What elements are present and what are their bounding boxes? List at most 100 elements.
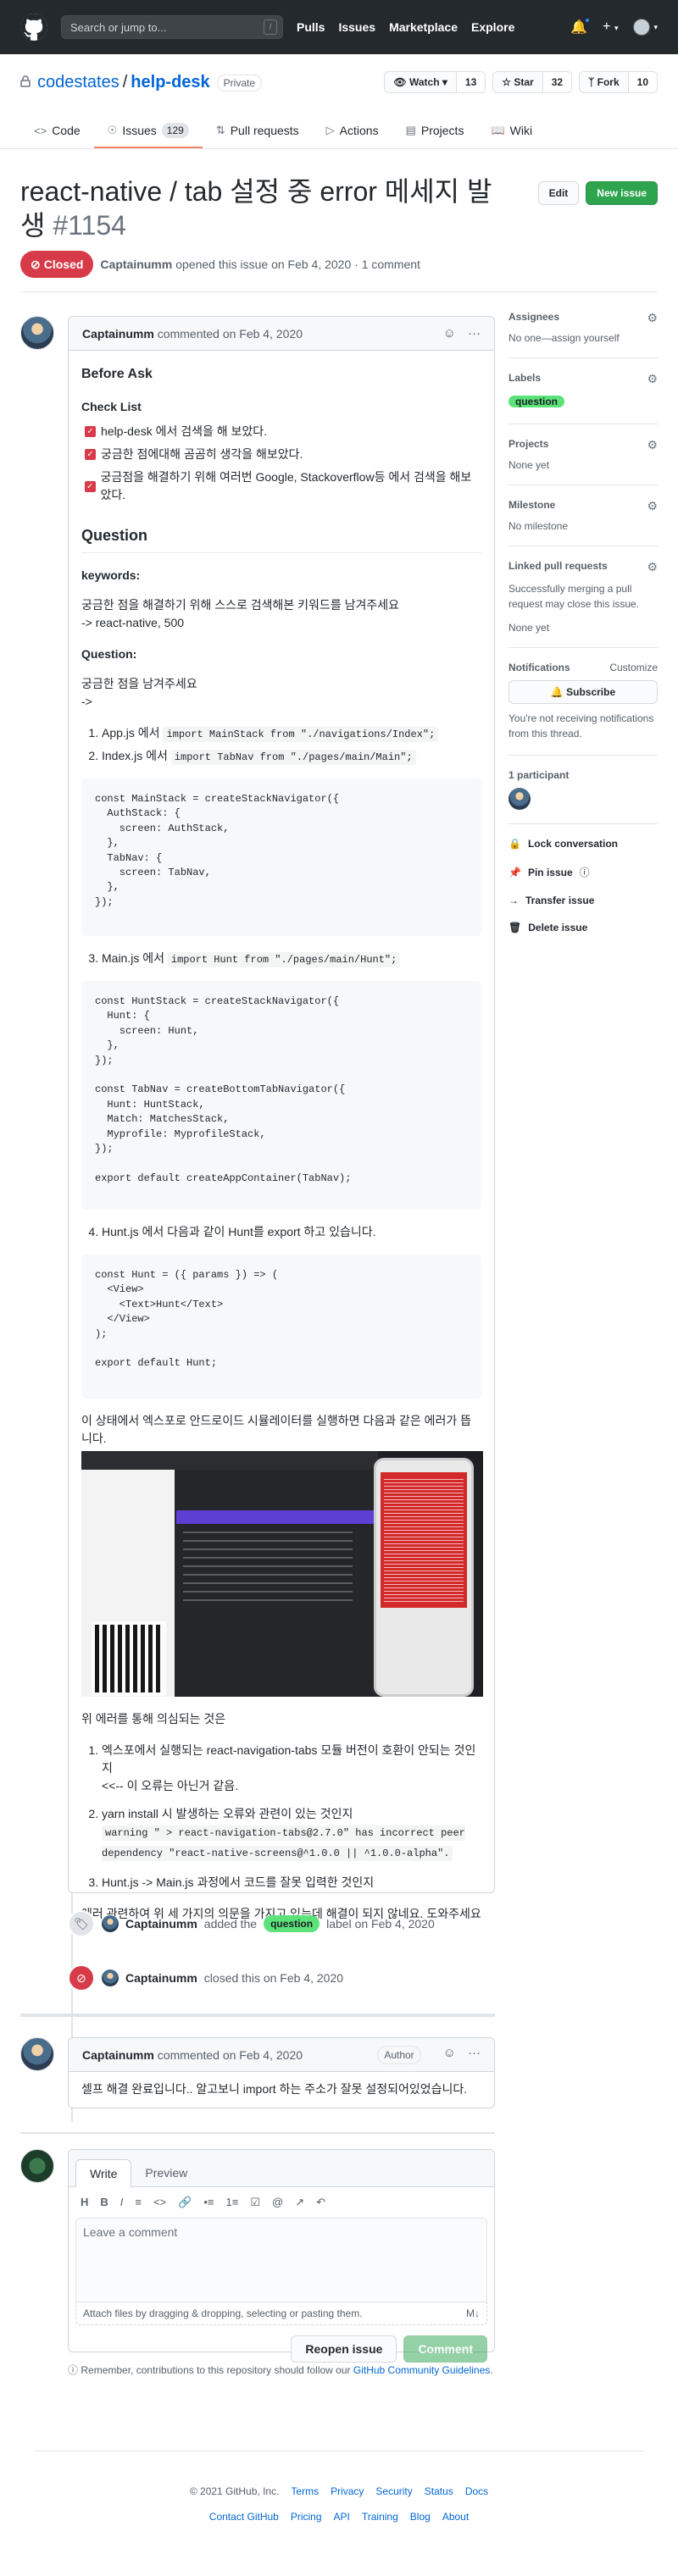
tab-actions[interactable]: ▷ Actions — [313, 116, 392, 148]
comment-author[interactable]: Captainumm — [82, 2048, 154, 2062]
footer-link-terms[interactable]: Terms — [291, 2485, 319, 2497]
gear-icon[interactable]: ⚙ — [647, 438, 658, 452]
quote-icon[interactable]: ≡ — [135, 2196, 142, 2209]
sidebar-header[interactable]: Linked pull requests ⚙ — [508, 560, 658, 574]
create-new-plus-icon[interactable]: + ▾ — [603, 19, 618, 35]
error-screenshot-image[interactable] — [81, 1451, 483, 1697]
avatar[interactable] — [102, 1915, 119, 1932]
footer-link-contact[interactable]: Contact GitHub — [209, 2511, 279, 2523]
tab-pull-requests[interactable]: ⇅ Pull requests — [203, 116, 313, 148]
link-icon[interactable]: 🔗 — [178, 2196, 192, 2209]
suspect-text: 엑스포에서 실행되는 react-navigation-tabs 모듈 버전이 … — [102, 1743, 476, 1775]
tab-issues[interactable]: ☉ Issues 129 — [93, 116, 203, 148]
guidelines-link[interactable]: GitHub Community Guidelines — [353, 2364, 490, 2376]
reopen-issue-button[interactable]: Reopen issue — [291, 2335, 397, 2363]
footer-link-security[interactable]: Security — [375, 2485, 412, 2497]
italic-icon[interactable]: I — [120, 2196, 124, 2209]
nav-issues[interactable]: Issues — [338, 20, 375, 34]
comment-date[interactable]: commented on Feb 4, 2020 — [158, 2048, 303, 2062]
heading-icon[interactable]: H — [81, 2196, 88, 2209]
event-author[interactable]: Captainumm — [125, 1971, 197, 1985]
lock-conversation-link[interactable]: 🔒 Lock conversation — [508, 838, 658, 850]
repo-owner-link[interactable]: codestates — [37, 73, 119, 92]
search-input[interactable]: Search or jump to... / — [61, 15, 283, 39]
labeled-event: 🏷 Captainumm added the question label on… — [68, 1910, 435, 1937]
github-logo-icon[interactable] — [20, 14, 47, 41]
footer-link-about[interactable]: About — [442, 2511, 469, 2523]
code-icon[interactable]: <> — [153, 2196, 166, 2209]
sidebar-header[interactable]: Assignees ⚙ — [508, 311, 658, 325]
pin-issue-link[interactable]: 📌 Pin issue ⓘ — [508, 865, 658, 879]
repo-name-link[interactable]: help-desk — [131, 73, 209, 92]
tab-preview[interactable]: Preview — [131, 2159, 201, 2186]
star-count[interactable]: 32 — [542, 72, 572, 92]
user-menu[interactable]: ▾ — [633, 19, 658, 36]
reference-icon[interactable]: ↗ — [295, 2196, 304, 2209]
unordered-list-icon[interactable]: •≡ — [203, 2196, 214, 2209]
comment-date[interactable]: commented on Feb 4, 2020 — [158, 327, 303, 341]
label-question[interactable]: question — [264, 1915, 320, 1932]
notifications-bell-icon[interactable]: 🔔 — [570, 17, 592, 36]
footer-link-status[interactable]: Status — [425, 2485, 453, 2497]
tab-write[interactable]: Write — [75, 2159, 132, 2187]
footer-link-privacy[interactable]: Privacy — [331, 2485, 364, 2497]
nav-pulls[interactable]: Pulls — [297, 20, 325, 34]
attach-bar[interactable]: Attach files by dragging & dropping, sel… — [75, 2302, 487, 2325]
sidebar-header[interactable]: Milestone ⚙ — [508, 499, 658, 513]
nav-explore[interactable]: Explore — [471, 20, 514, 34]
kebab-menu-icon[interactable]: ··· — [468, 2046, 481, 2064]
sidebar-header[interactable]: Labels ⚙ — [508, 372, 658, 386]
tab-projects[interactable]: ▤ Projects — [392, 116, 478, 148]
avatar[interactable] — [20, 316, 54, 350]
label-question[interactable]: question — [508, 396, 564, 407]
ordered-list-icon[interactable]: 1≡ — [226, 2196, 239, 2209]
kebab-menu-icon[interactable]: ··· — [468, 326, 481, 341]
sidebar-header[interactable]: Projects ⚙ — [508, 438, 658, 452]
gear-icon[interactable]: ⚙ — [647, 560, 658, 574]
fork-button[interactable]: ᛉ Fork — [580, 72, 628, 92]
delete-issue-link[interactable]: 🗑 Delete issue — [508, 922, 658, 933]
customize-link[interactable]: Customize — [609, 662, 658, 673]
assignees-value[interactable]: No one—assign yourself — [508, 332, 658, 344]
comment-button[interactable]: Comment — [403, 2335, 487, 2363]
gear-icon[interactable]: ⚙ — [647, 372, 658, 386]
sidebar-labels: Labels ⚙ question — [508, 358, 658, 424]
mention-icon[interactable]: @ — [272, 2196, 283, 2209]
footer-link-blog[interactable]: Blog — [410, 2511, 431, 2523]
comment-textarea[interactable]: Leave a comment — [75, 2218, 487, 2302]
reply-icon[interactable]: ↶ — [316, 2196, 325, 2209]
smiley-icon[interactable]: ☺ — [443, 2046, 456, 2064]
checkbox-checked-icon[interactable]: ✓ — [85, 426, 96, 437]
user-avatar[interactable] — [20, 2149, 54, 2183]
star-button[interactable]: ☆ Star — [493, 72, 542, 92]
footer-link-api[interactable]: API — [334, 2511, 350, 2523]
smiley-icon[interactable]: ☺ — [443, 326, 456, 341]
gear-icon[interactable]: ⚙ — [647, 499, 658, 513]
edit-button[interactable]: Edit — [537, 181, 580, 205]
checkbox-checked-icon[interactable]: ✓ — [85, 480, 96, 492]
gear-icon[interactable]: ⚙ — [647, 311, 658, 325]
checkbox-checked-icon[interactable]: ✓ — [85, 449, 96, 460]
comment-author[interactable]: Captainumm — [82, 327, 154, 341]
tab-wiki[interactable]: 📖 Wiki — [477, 116, 546, 148]
avatar[interactable] — [20, 2037, 54, 2071]
subscribe-button[interactable]: 🔔 Subscribe — [508, 680, 658, 704]
new-issue-button[interactable]: New issue — [586, 181, 658, 205]
participant-avatar[interactable] — [508, 788, 531, 810]
task-list-icon[interactable]: ☑ — [250, 2196, 260, 2209]
closed-event: ⊘ Captainumm closed this on Feb 4, 2020 — [68, 1964, 343, 1992]
footer-link-pricing[interactable]: Pricing — [291, 2511, 322, 2523]
transfer-issue-link[interactable]: → Transfer issue — [508, 895, 658, 906]
watch-button[interactable]: 👁 Watch ▾ — [385, 72, 456, 92]
fork-count[interactable]: 10 — [627, 72, 657, 92]
tab-code[interactable]: <> Code — [20, 116, 94, 148]
avatar[interactable] — [102, 1969, 119, 1986]
footer-link-docs[interactable]: Docs — [465, 2485, 488, 2497]
bold-icon[interactable]: B — [100, 2196, 108, 2209]
issue-author[interactable]: Captainumm — [100, 258, 172, 271]
event-author[interactable]: Captainumm — [125, 1917, 197, 1931]
nav-marketplace[interactable]: Marketplace — [389, 20, 458, 34]
watch-count[interactable]: 13 — [455, 72, 486, 92]
issue-sidebar: Assignees ⚙ No one—assign yourself Labels… — [508, 292, 658, 949]
footer-link-training[interactable]: Training — [362, 2511, 398, 2523]
